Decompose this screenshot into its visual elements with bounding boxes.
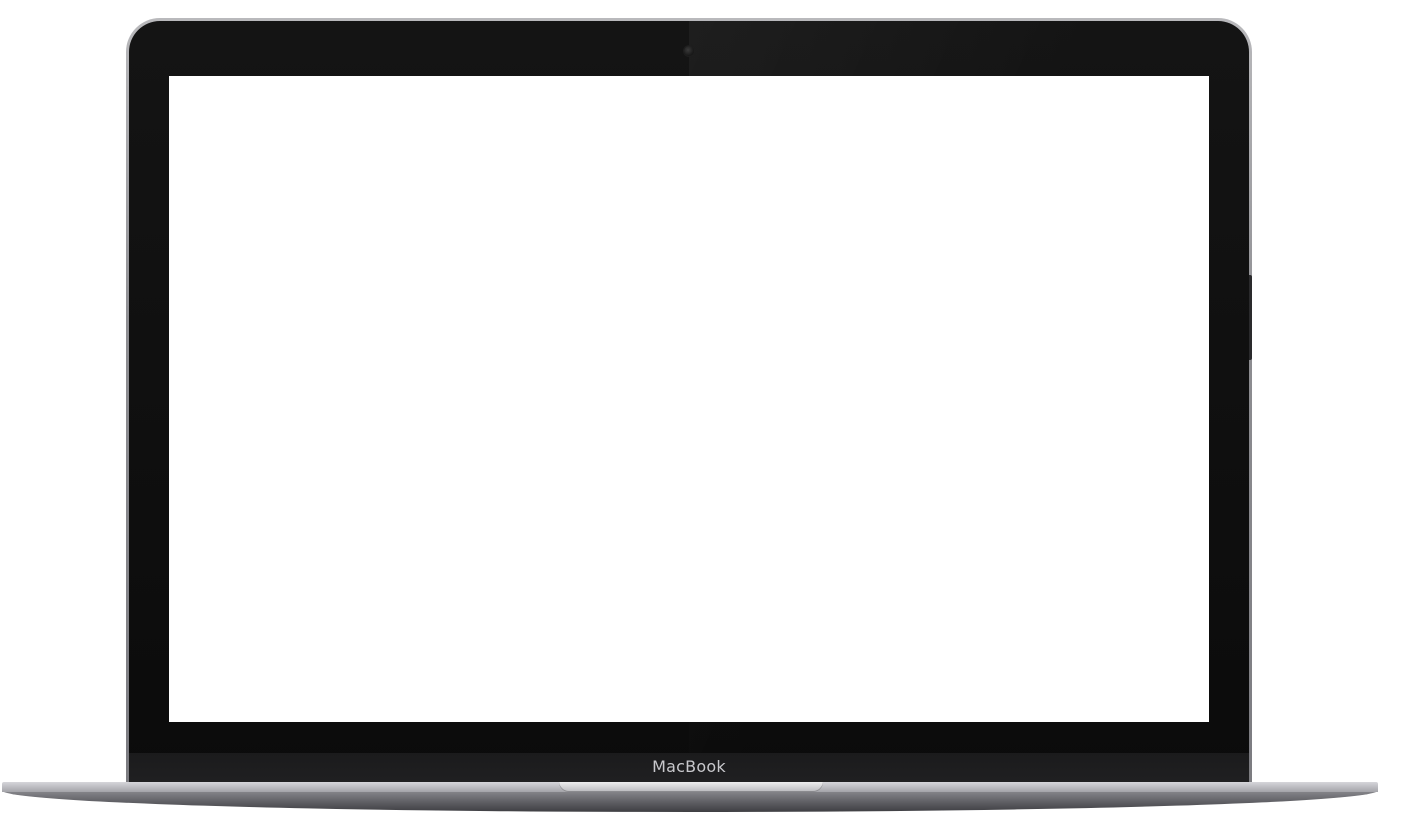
laptop-mockup: MacBook bbox=[0, 0, 1410, 816]
laptop-base bbox=[2, 782, 1378, 812]
lid-edge-detail bbox=[1249, 275, 1252, 360]
base-body bbox=[2, 790, 1378, 812]
display-screen bbox=[169, 76, 1209, 722]
screen-bezel: MacBook bbox=[129, 21, 1249, 785]
camera-icon bbox=[684, 46, 694, 56]
brand-label: MacBook bbox=[652, 757, 726, 776]
lid-opening-notch bbox=[559, 782, 823, 792]
